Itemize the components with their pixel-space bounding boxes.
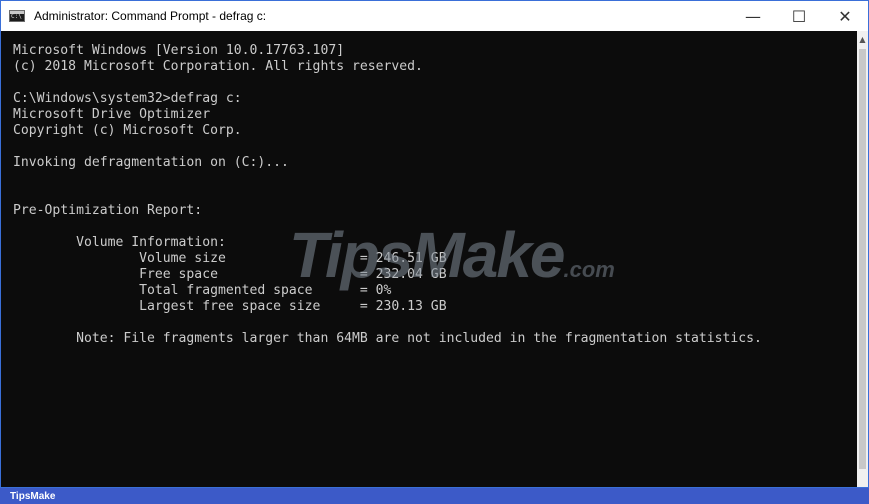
- minimize-button[interactable]: —: [730, 1, 776, 31]
- maximize-button[interactable]: ☐: [776, 1, 822, 31]
- console-output-area[interactable]: Microsoft Windows [Version 10.0.17763.10…: [1, 31, 857, 487]
- title-bar[interactable]: Administrator: Command Prompt - defrag c…: [1, 1, 868, 31]
- scrollbar-thumb[interactable]: [859, 49, 866, 469]
- cmd-icon[interactable]: [9, 10, 25, 22]
- command-prompt-window: Administrator: Command Prompt - defrag c…: [0, 0, 869, 488]
- window-controls: — ☐ ✕: [730, 1, 868, 31]
- scroll-up-arrow-icon[interactable]: ▲: [857, 31, 868, 47]
- vertical-scrollbar[interactable]: ▲: [857, 31, 868, 487]
- window-title: Administrator: Command Prompt - defrag c…: [34, 9, 267, 23]
- footer-bar: TipsMake: [0, 488, 869, 504]
- footer-label: TipsMake: [10, 490, 56, 502]
- console-output: Microsoft Windows [Version 10.0.17763.10…: [13, 43, 762, 346]
- close-button[interactable]: ✕: [822, 1, 868, 31]
